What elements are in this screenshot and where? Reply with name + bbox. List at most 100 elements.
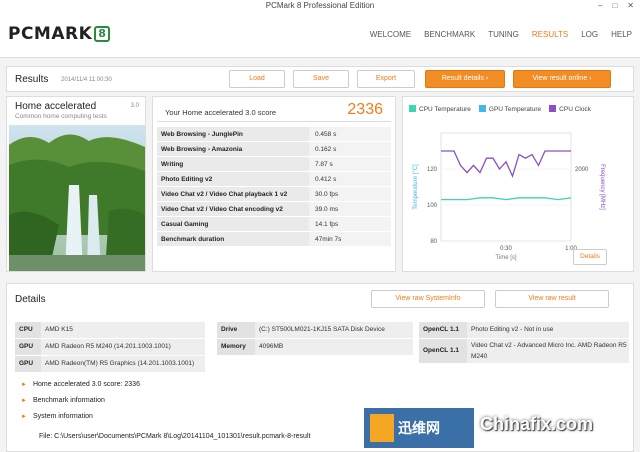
info-label: Drive [217, 322, 255, 338]
table-row: Video Chat v2 / Video Chat encoding v2 39… [157, 202, 391, 217]
waterfall-image [9, 125, 145, 271]
row-value: 0.162 s [309, 142, 391, 156]
benchmark-subtitle: Common home computing tests [15, 113, 107, 120]
maximize-icon[interactable]: □ [612, 0, 617, 12]
y-tick-label: 80 [430, 239, 437, 245]
expand-arrow-icon: ► [21, 414, 27, 420]
result-file-path: File: C:\Users\user\Documents\PCMark 8\L… [39, 433, 311, 440]
info-label: Memory [217, 339, 255, 355]
logo-text: PCMARK [8, 24, 93, 44]
load-button[interactable]: Load [229, 70, 285, 88]
section-score[interactable]: ► Home accelerated 3.0 score: 2336 [21, 381, 140, 388]
section-benchmark-info[interactable]: ► Benchmark information [21, 397, 105, 404]
info-value: 4096MB [259, 343, 284, 350]
row-value: 0.458 s [309, 127, 391, 141]
info-drive: Drive (C:) ST500LM021-1KJ15 SATA Disk Dev… [217, 322, 413, 338]
details-title: Details [15, 294, 46, 305]
info-value: AMD Radeon R5 M240 (14.201.1003.1001) [45, 343, 171, 350]
row-name: Video Chat v2 / Video Chat playback 1 v2 [157, 187, 309, 201]
watermark-mark-icon [370, 414, 394, 442]
export-button[interactable]: Export [357, 70, 415, 88]
benchmark-card: Home accelerated 3.0 Common home computi… [6, 96, 146, 272]
plot-area [440, 132, 572, 242]
window-titlebar: PCMark 8 Professional Edition ‒ □ ✕ [0, 0, 640, 12]
info-value: (C:) ST500LM021-1KJ15 SATA Disk Device [259, 326, 385, 333]
y-axis-label: Temperature [°C] [413, 164, 419, 210]
info-value: AMD Radeon(TM) R5 Graphics (14.201.1003.… [45, 360, 195, 367]
y2-axis-label: Frequency [MHz] [599, 164, 605, 210]
table-row: Video Chat v2 / Video Chat playback 1 v2… [157, 187, 391, 202]
score-panel: Your Home accelerated 3.0 score 2336 Web… [152, 96, 396, 272]
main-nav: WELCOME BENCHMARK TUNING RESULTS LOG HEL… [370, 30, 632, 39]
info-gpu-1: GPU AMD Radeon R5 M240 (14.201.1003.1001) [15, 339, 205, 355]
score-table: Web Browsing - JunglePin 0.458 s Web Brow… [157, 127, 391, 247]
info-cpu: CPU AMD K15 [15, 322, 205, 338]
chart-details-button[interactable]: Details [573, 249, 607, 265]
window-title: PCMark 8 Professional Edition [265, 1, 375, 10]
results-title: Results [15, 74, 49, 85]
table-row: Casual Gaming 14.1 fps [157, 217, 391, 232]
row-value: 7.87 s [309, 157, 391, 171]
nav-help[interactable]: HELP [611, 30, 632, 39]
section-label: Home accelerated 3.0 score: 2336 [32, 381, 140, 388]
expand-arrow-icon: ► [21, 398, 27, 404]
info-gpu-2: GPU AMD Radeon(TM) R5 Graphics (14.201.10… [15, 356, 205, 372]
save-button[interactable]: Save [293, 70, 349, 88]
pcmark-logo: PCMARK 8 [8, 24, 111, 44]
info-label: GPU [15, 356, 41, 372]
top-navigation: PCMARK 8 WELCOME BENCHMARK TUNING RESULTS… [0, 12, 640, 58]
info-value: AMD K15 [45, 326, 73, 333]
row-name: Video Chat v2 / Video Chat encoding v2 [157, 202, 309, 216]
view-raw-result-button[interactable]: View raw result [495, 290, 609, 308]
nav-log[interactable]: LOG [581, 30, 598, 39]
info-opencl-2: OpenCL 1.1 Video Chat v2 - Advanced Micro… [419, 339, 629, 363]
section-label: Benchmark information [32, 397, 105, 404]
watermark: 迅维网 Chinafix.com [364, 408, 640, 448]
info-label: CPU [15, 322, 41, 338]
view-raw-systeminfo-button[interactable]: View raw SystemInfo [371, 290, 485, 308]
info-label: GPU [15, 339, 41, 355]
watermark-logo: 迅维网 [364, 408, 474, 448]
expand-arrow-icon: ► [21, 382, 27, 388]
info-value: Photo Editing v2 - Not in use [471, 326, 554, 333]
window-controls: ‒ □ ✕ [598, 0, 634, 12]
result-details-button[interactable]: Result details › [425, 70, 505, 88]
nav-results[interactable]: RESULTS [532, 30, 568, 39]
watermark-cn: 迅维网 [398, 420, 440, 436]
row-value: 47min 7s [309, 232, 391, 246]
minimize-icon[interactable]: ‒ [598, 0, 602, 12]
row-name: Web Browsing - JunglePin [157, 127, 309, 141]
table-row: Benchmark duration 47min 7s [157, 232, 391, 247]
info-memory: Memory 4096MB [217, 339, 413, 355]
logo-badge: 8 [94, 26, 111, 42]
info-label: OpenCL 1.1 [419, 339, 467, 363]
benchmark-title: Home accelerated [15, 101, 97, 112]
y-tick-label: 120 [427, 167, 438, 173]
row-name: Writing [157, 157, 309, 171]
table-row: Writing 7.87 s [157, 157, 391, 172]
y2-tick-label: 2000 [575, 167, 589, 173]
table-row: Photo Editing v2 0.412 s [157, 172, 391, 187]
score-value: 2336 [347, 101, 383, 118]
row-name: Photo Editing v2 [157, 172, 309, 186]
nav-tuning[interactable]: TUNING [488, 30, 519, 39]
row-value: 0.412 s [309, 172, 391, 186]
close-icon[interactable]: ✕ [627, 0, 634, 12]
monitoring-chart: 80100120 20000:30 1:00Time [s]Temperature … [413, 132, 605, 261]
row-value: 30.0 fps [309, 187, 391, 201]
nav-welcome[interactable]: WELCOME [370, 30, 411, 39]
nav-benchmark[interactable]: BENCHMARK [424, 30, 475, 39]
x-axis-label: Time [s] [495, 255, 516, 261]
info-opencl-1: OpenCL 1.1 Photo Editing v2 - Not in use [419, 322, 629, 338]
results-header: Results 2014/11/4 11:00:30 Load Save Exp… [6, 66, 634, 92]
results-date: 2014/11/4 11:00:30 [61, 77, 112, 83]
row-value: 39.0 ms [309, 202, 391, 216]
table-row: Web Browsing - Amazonia 0.162 s [157, 142, 391, 157]
row-name: Web Browsing - Amazonia [157, 142, 309, 156]
section-label: System information [32, 413, 93, 420]
section-system-info[interactable]: ► System information [21, 413, 93, 420]
score-header: Your Home accelerated 3.0 score 2336 [157, 100, 391, 122]
info-label: OpenCL 1.1 [419, 322, 467, 338]
view-result-online-button[interactable]: View result online › [513, 70, 611, 88]
monitoring-chart-panel: CPU Temperature GPU Temperature CPU Cloc… [402, 96, 634, 272]
